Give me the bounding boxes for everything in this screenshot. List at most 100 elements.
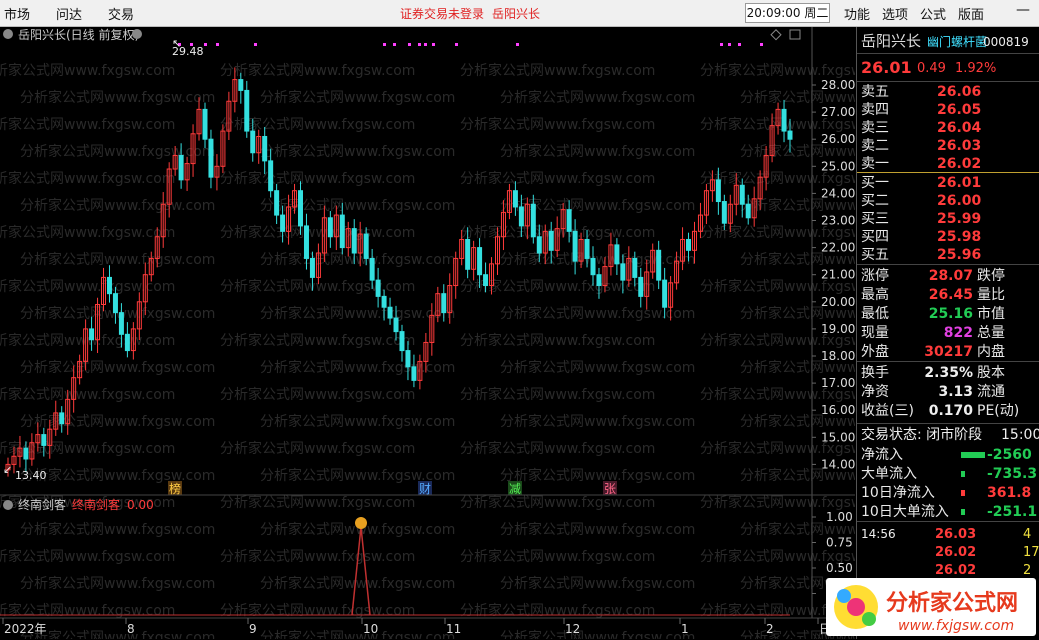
fund-value: 0.170 — [928, 403, 973, 419]
price-tick-label: 15.00 — [821, 430, 855, 444]
watermark-text: 分析家公式网www.fxgsw.com — [220, 62, 415, 79]
watermark-text: 分析家公式网www.fxgsw.com — [260, 575, 455, 592]
login-notice[interactable]: 证券交易未登录 — [400, 5, 484, 22]
fund-value: 3.13 — [938, 384, 973, 400]
candle — [477, 247, 483, 276]
flow-label: 10日大单流入 — [861, 504, 949, 520]
watermark-text: 分析家公式网www.fxgsw.com — [260, 305, 455, 322]
event-tag[interactable]: 张 — [604, 482, 616, 496]
clock-weekday: 周二 — [804, 6, 829, 20]
candle — [118, 312, 124, 335]
watermark-text: 分析家公式网www.fxgsw.com — [460, 332, 655, 349]
candle — [351, 228, 357, 254]
watermark-text: 分析家公式网www.fxgsw.com — [0, 62, 175, 79]
candle — [530, 203, 536, 238]
candle — [787, 130, 793, 140]
signal-marker — [383, 43, 386, 46]
window-icon[interactable] — [789, 29, 801, 40]
bid-price: 25.98 — [937, 229, 982, 245]
menu-options[interactable]: 选项 — [882, 4, 908, 23]
candle — [584, 238, 590, 259]
tick-volume: 4 — [1023, 527, 1032, 542]
watermark-text: 分析家公式网www.fxgsw.com — [0, 278, 175, 295]
candle — [262, 135, 268, 162]
trade-status: 交易状态: 闭市阶段 — [861, 427, 983, 443]
candle — [614, 244, 620, 265]
stat-value: 28.07 — [928, 268, 973, 284]
indicator-collapse-icon[interactable] — [3, 500, 13, 510]
menu-bar: 市场 问达 交易 证券交易未登录 岳阳兴长 20:09:00 周二 功能 选项 … — [0, 0, 1039, 27]
current-stock-title: 岳阳兴长 — [492, 7, 541, 21]
last-price: 26.01 — [861, 58, 912, 77]
candle — [656, 249, 662, 281]
signal-marker — [216, 43, 219, 46]
fund-right-label: 股本 — [977, 365, 1005, 381]
watermark-text: 分析家公式网www.fxgsw.com — [0, 386, 175, 403]
chart-area[interactable]: 分析家公式网www.fxgsw.com 分析家公式网www.fxgsw.com 分析… — [0, 27, 855, 639]
event-tag[interactable]: 财 — [419, 482, 431, 496]
ask-label: 卖一 — [861, 156, 889, 172]
kline-chart[interactable]: 分析家公式网www.fxgsw.com 分析家公式网www.fxgsw.com 分析… — [0, 27, 855, 639]
watermark-text: 分析家公式网www.fxgsw.com — [220, 224, 415, 241]
chart-settings-icon[interactable] — [132, 29, 142, 39]
candle — [41, 434, 47, 446]
menu-layout[interactable]: 版面 — [958, 4, 984, 23]
bid-label: 买二 — [861, 193, 889, 209]
watermark-text: 分析家公式网www.fxgsw.com — [700, 494, 855, 511]
stat-right-label: 内盘 — [977, 344, 1005, 360]
watermark-text: 分析家公式网www.fxgsw.com — [20, 467, 215, 484]
candle — [512, 190, 518, 208]
ask-price: 26.02 — [937, 156, 982, 172]
candle — [465, 238, 471, 270]
minimize-button[interactable]: — — [1016, 2, 1030, 18]
menu-formula[interactable]: 公式 — [920, 4, 946, 23]
candle — [375, 279, 381, 297]
price-tick-label: 21.00 — [821, 268, 855, 282]
tick-price: 26.03 — [935, 527, 977, 542]
watermark-text: 分析家公式网www.fxgsw.com — [500, 467, 695, 484]
candle — [781, 108, 787, 132]
flow-label: 10日净流入 — [861, 485, 935, 501]
candle — [124, 333, 130, 352]
diamond-icon[interactable] — [770, 29, 782, 41]
stat-value: 25.16 — [928, 306, 973, 322]
watermark-text: 分析家公式网www.fxgsw.com — [220, 494, 415, 511]
stat-right-label: 量比 — [977, 287, 1005, 303]
high-arrow: ↖ — [172, 37, 181, 50]
chart-collapse-icon[interactable] — [3, 29, 13, 39]
menu-market[interactable]: 市场 — [4, 4, 30, 23]
flow-label: 大单流入 — [861, 466, 917, 482]
ask-label: 卖三 — [861, 120, 889, 136]
signal-marker — [204, 43, 207, 46]
candle — [393, 317, 399, 333]
candle — [536, 236, 542, 254]
ask-price: 26.03 — [937, 138, 982, 154]
candle — [59, 412, 65, 425]
candle — [250, 130, 256, 154]
month-label: 9 — [249, 622, 257, 636]
watermark-text: 分析家公式网www.fxgsw.com — [260, 197, 455, 214]
flow-bar — [961, 452, 985, 458]
stock-concept-tag[interactable]: 幽门螺杆菌 — [927, 33, 987, 51]
signal-marker — [393, 43, 396, 46]
candle — [441, 293, 447, 314]
fund-right-label: 流通 — [977, 384, 1005, 400]
menu-wenda[interactable]: 问达 — [56, 4, 82, 23]
signal-marker — [455, 43, 458, 46]
indicator-spike — [351, 526, 371, 616]
flow-value: -2560 — [987, 447, 1032, 463]
stat-label: 涨停 — [861, 268, 889, 284]
event-tag[interactable]: 榜 — [169, 481, 181, 496]
watermark-text: 分析家公式网www.fxgsw.com — [220, 386, 415, 403]
menu-function[interactable]: 功能 — [844, 4, 870, 23]
flow-value: 361.8 — [987, 485, 1032, 501]
price-tick-label: 24.00 — [821, 186, 855, 200]
watermark-text: 分析家公式网www.fxgsw.com — [500, 629, 695, 639]
candle — [483, 274, 489, 287]
price-tick-label: 23.00 — [821, 214, 855, 228]
menu-trade[interactable]: 交易 — [108, 4, 134, 23]
event-tag[interactable]: 减 — [509, 482, 521, 496]
stat-value: 822 — [943, 325, 973, 341]
stock-name: 岳阳兴长 — [861, 32, 922, 50]
bid-price: 26.00 — [937, 193, 982, 209]
